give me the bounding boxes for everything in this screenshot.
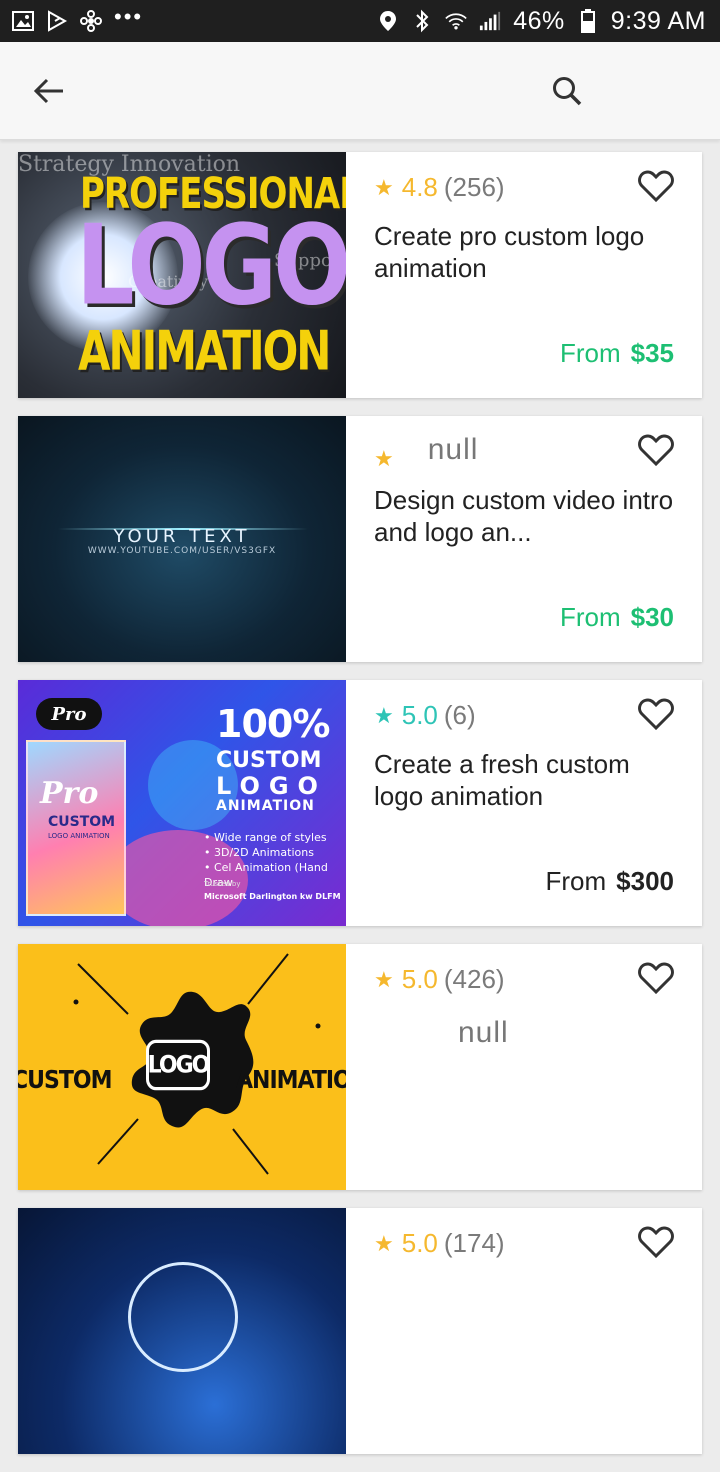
- favorite-button[interactable]: [636, 166, 676, 206]
- fan-icon: [80, 10, 102, 32]
- gig-thumbnail[interactable]: Pro Pro CUSTOM LOGO ANIMATION 100% CUSTO…: [18, 680, 346, 926]
- rating-value: 5.0: [401, 1228, 438, 1258]
- gig-card[interactable]: ★ 5.0 (174): [18, 1208, 702, 1454]
- gig-rating: ★ 5.0 (6): [374, 700, 476, 731]
- app-bar: [0, 42, 720, 140]
- thumb-headline: YOUR TEXT: [113, 526, 251, 547]
- rating-value: null: [427, 433, 479, 466]
- favorite-button[interactable]: [636, 694, 676, 734]
- thumb-headline: LOGO: [76, 201, 346, 330]
- gig-info: ★ null Design custom video intro and log…: [346, 416, 702, 662]
- price-amount: $300: [616, 866, 674, 896]
- gig-info: ★ 4.8 (256) Create pro custom logo anima…: [346, 152, 702, 398]
- location-icon: [377, 10, 399, 32]
- status-bar: ••• 46% 9:39 AM: [0, 0, 720, 42]
- gig-thumbnail[interactable]: Strategy Innovation Creativity Support P…: [18, 152, 346, 398]
- brand-logos: Microsoft Darlington kw DLFM: [204, 892, 341, 901]
- gig-title[interactable]: null: [458, 1016, 509, 1050]
- gig-title[interactable]: Create a fresh custom logo animation: [374, 748, 674, 812]
- favorite-button[interactable]: [636, 1222, 676, 1262]
- rating-count: (256): [443, 172, 505, 202]
- star-icon: ★: [374, 446, 394, 471]
- gig-price: From $300: [545, 866, 674, 897]
- price-from-label: From: [559, 602, 621, 632]
- rating-value: 5.0: [401, 700, 438, 730]
- thumb-headline: CUSTOM: [18, 1066, 112, 1095]
- gig-card[interactable]: Strategy Innovation Creativity Support P…: [18, 152, 702, 398]
- star-icon: ★: [374, 966, 394, 992]
- favorite-button[interactable]: [636, 958, 676, 998]
- heart-icon: [638, 962, 674, 994]
- gig-rating: ★ 5.0 (426): [374, 964, 505, 995]
- more-notifications-icon: •••: [114, 4, 144, 29]
- heart-icon: [638, 170, 674, 202]
- gig-card[interactable]: CUSTOM LOGO ANIMATION ★ 5.0 (426) null: [18, 944, 702, 1190]
- signal-icon: [479, 10, 501, 32]
- trusted-label: Trusted by: [204, 880, 241, 888]
- gig-title[interactable]: Design custom video intro and logo an...: [374, 484, 674, 548]
- star-icon: ★: [374, 174, 394, 200]
- pro-badge: Pro: [36, 698, 102, 730]
- rating-count: (174): [443, 1228, 505, 1258]
- gig-price: From $30: [560, 602, 674, 633]
- box-label: CUSTOM: [48, 814, 116, 830]
- thumb-bullet: • Wide range of styles: [204, 831, 327, 844]
- gig-price: From $35: [560, 338, 674, 369]
- star-icon: ★: [374, 702, 394, 728]
- gig-info: ★ 5.0 (426) null: [346, 944, 702, 1190]
- gig-rating: ★ null: [374, 433, 479, 472]
- rating-value: 4.8: [401, 172, 438, 202]
- thumb-headline: ANIMATION: [236, 1066, 346, 1095]
- arrow-left-icon: [33, 78, 63, 104]
- gig-list: Strategy Innovation Creativity Support P…: [18, 152, 702, 1472]
- thumb-headline: 100%: [216, 702, 330, 746]
- thumb-headline: LOGO: [146, 1039, 210, 1091]
- search-button[interactable]: [542, 66, 592, 116]
- battery-icon: [577, 9, 599, 33]
- rating-value: 5.0: [401, 964, 438, 994]
- heart-icon: [638, 434, 674, 466]
- play-store-icon: [46, 10, 68, 32]
- box-label: Pro: [40, 776, 99, 811]
- thumb-headline: CUSTOM: [216, 748, 322, 773]
- gig-card[interactable]: Pro Pro CUSTOM LOGO ANIMATION 100% CUSTO…: [18, 680, 702, 926]
- gig-thumbnail[interactable]: [18, 1208, 346, 1454]
- price-amount: $35: [630, 338, 674, 368]
- gig-info: ★ 5.0 (174): [346, 1208, 702, 1454]
- thumb-bullet: • 3D/2D Animations: [204, 846, 314, 859]
- gig-thumbnail[interactable]: CUSTOM LOGO ANIMATION: [18, 944, 346, 1190]
- gig-info: ★ 5.0 (6) Create a fresh custom logo ani…: [346, 680, 702, 926]
- gig-title[interactable]: Create pro custom logo animation: [374, 220, 674, 284]
- thumb-headline: ANIMATION: [216, 798, 315, 814]
- back-button[interactable]: [24, 66, 74, 116]
- heart-icon: [638, 698, 674, 730]
- price-amount: $30: [630, 602, 674, 632]
- price-from-label: From: [545, 866, 607, 896]
- rating-count: (426): [443, 964, 505, 994]
- clock: 9:39 AM: [610, 6, 706, 35]
- bluetooth-icon: [411, 9, 433, 33]
- favorite-button[interactable]: [636, 430, 676, 470]
- gig-rating: ★ 4.8 (256): [374, 172, 505, 203]
- rating-count: (6): [443, 700, 476, 730]
- gig-rating: ★ 5.0 (174): [374, 1228, 505, 1259]
- thumb-headline: LOGO: [216, 772, 327, 800]
- thumb-graphic: [128, 1262, 238, 1372]
- gig-thumbnail[interactable]: YOUR TEXT WWW.YOUTUBE.COM/USER/VS3GFX: [18, 416, 346, 662]
- thumb-headline: ANIMATION: [78, 318, 331, 383]
- price-from-label: From: [559, 338, 621, 368]
- battery-percent: 46%: [513, 6, 565, 35]
- box-label: LOGO ANIMATION: [48, 832, 110, 840]
- wifi-icon: [445, 10, 467, 32]
- gig-card[interactable]: YOUR TEXT WWW.YOUTUBE.COM/USER/VS3GFX ★ …: [18, 416, 702, 662]
- search-icon: [553, 77, 582, 106]
- thumb-subtext: WWW.YOUTUBE.COM/USER/VS3GFX: [87, 546, 277, 556]
- gallery-icon: [12, 10, 34, 32]
- heart-icon: [638, 1226, 674, 1258]
- star-icon: ★: [374, 1230, 394, 1256]
